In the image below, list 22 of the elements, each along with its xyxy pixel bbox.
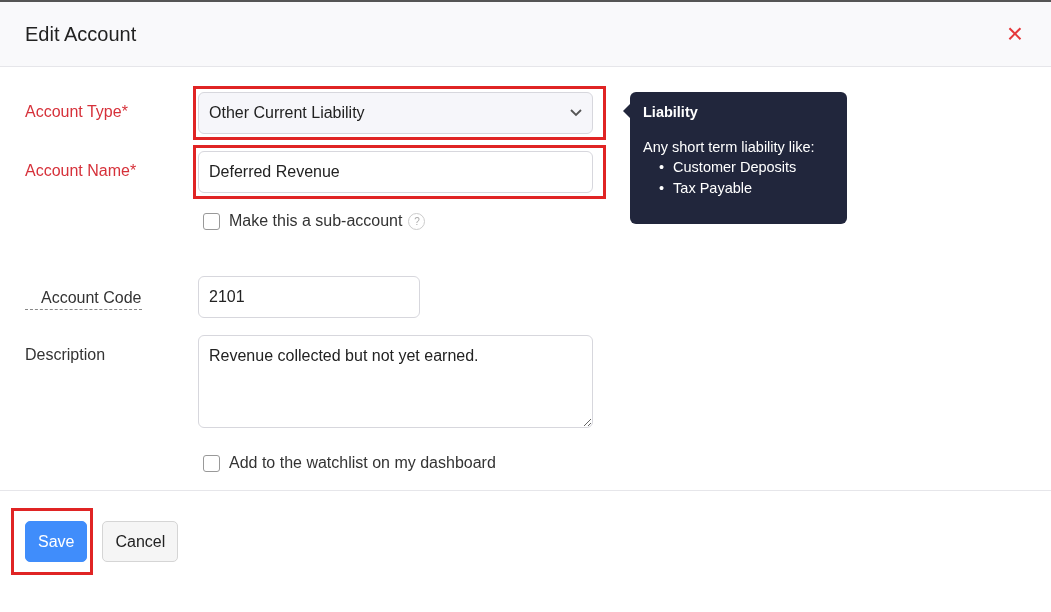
tooltip-title: Liability [643, 104, 699, 120]
cancel-button[interactable]: Cancel [102, 521, 179, 562]
chevron-down-icon [570, 109, 582, 117]
checkbox-label: Add to the watchlist on my dashboard [229, 454, 496, 472]
field-label: Description [25, 345, 106, 364]
input-field[interactable]: 2101 [198, 276, 420, 318]
field-label: Account Type* [25, 102, 128, 121]
field-label: Account Code [25, 278, 142, 310]
description-field[interactable]: Revenue collected but not yet earned. [198, 335, 593, 428]
input-field[interactable]: Deferred Revenue [198, 151, 593, 193]
account-type-dropdown[interactable]: Other Current Liability [198, 92, 593, 134]
dialog-title: Edit Account [25, 22, 137, 46]
close-button[interactable]: × [1002, 20, 1027, 48]
tooltip-text: Any short term liability like: [643, 139, 816, 155]
tooltip-list-item: Customer Deposits [673, 158, 797, 177]
tooltip-list-item: Tax Payable [673, 179, 753, 198]
bullet: • [659, 179, 665, 198]
bullet: • [659, 158, 665, 177]
field-label: Account Name* [25, 161, 137, 180]
checkbox[interactable] [203, 454, 220, 472]
checkbox-label: Make this a sub-account [229, 212, 403, 230]
checkbox[interactable] [203, 212, 220, 230]
